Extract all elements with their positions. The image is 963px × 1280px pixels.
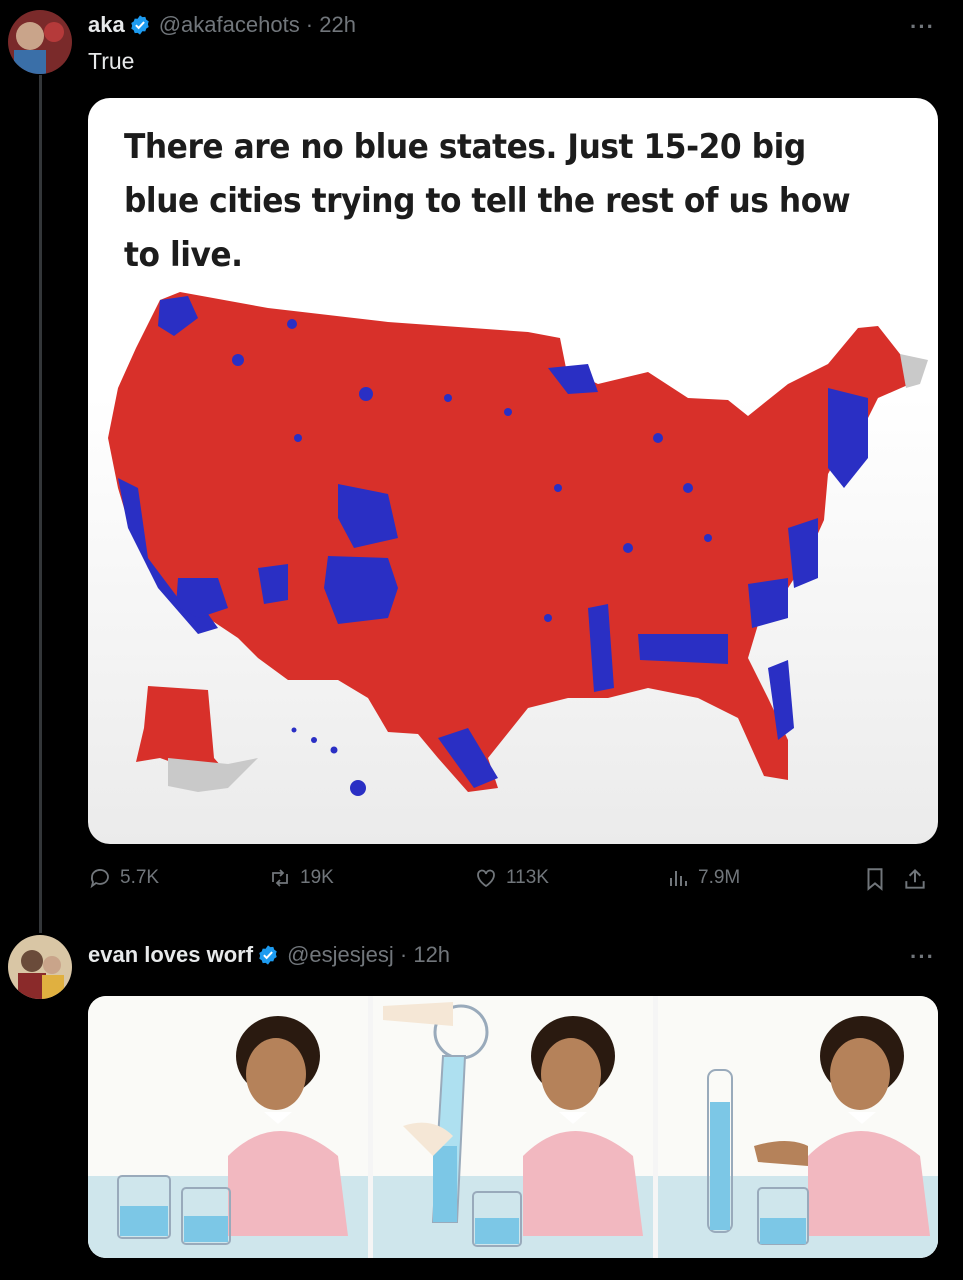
more-icon[interactable]: ··· bbox=[910, 944, 935, 970]
image-caption: There are no blue states. Just 15-20 big… bbox=[124, 127, 851, 275]
handle-and-time[interactable]: @esjesjesj · 12h bbox=[287, 942, 450, 968]
like-count: 113K bbox=[506, 867, 549, 888]
repost-button[interactable]: 19K bbox=[268, 866, 334, 890]
repost-count: 19K bbox=[300, 867, 334, 888]
views-count: 7.9M bbox=[698, 867, 741, 888]
views-icon bbox=[670, 871, 687, 886]
views-button[interactable]: 7.9M bbox=[666, 866, 740, 890]
comic-panel-1 bbox=[88, 996, 368, 1258]
post-text: True bbox=[88, 48, 135, 74]
post-header: evan loves worf @esjesjesj · 12h bbox=[88, 942, 450, 968]
reply-count: 5.7K bbox=[120, 867, 160, 888]
repost-icon bbox=[272, 869, 288, 887]
action-bar: 5.7K 19K 113K 7.9M bbox=[88, 866, 948, 900]
avatar[interactable] bbox=[8, 935, 72, 999]
avatar-image bbox=[8, 935, 72, 999]
comic-panel-illustration bbox=[658, 1016, 938, 1258]
avatar-image bbox=[8, 10, 72, 74]
post-header: aka @akafacehots · 22h bbox=[88, 12, 356, 38]
like-button[interactable]: 113K bbox=[474, 866, 549, 890]
display-name[interactable]: evan loves worf bbox=[88, 942, 253, 968]
comic-panel-2 bbox=[373, 996, 653, 1258]
reply-button[interactable]: 5.7K bbox=[88, 866, 159, 890]
share-icon[interactable] bbox=[902, 866, 928, 892]
display-name[interactable]: aka bbox=[88, 12, 125, 38]
like-icon bbox=[477, 869, 495, 888]
verified-badge-icon bbox=[259, 945, 277, 965]
us-county-map bbox=[108, 292, 928, 796]
post-image[interactable] bbox=[88, 996, 938, 1258]
comic-panel-illustration bbox=[88, 1016, 368, 1258]
verified-badge-icon bbox=[131, 15, 149, 35]
thread-line bbox=[39, 75, 42, 933]
handle-and-time[interactable]: @akafacehots · 22h bbox=[159, 12, 356, 38]
more-icon[interactable]: ··· bbox=[910, 14, 935, 40]
comic-panel-3 bbox=[658, 996, 938, 1258]
reply-icon bbox=[90, 869, 109, 889]
avatar[interactable] bbox=[8, 10, 72, 74]
post-image[interactable]: There are no blue states. Just 15-20 big… bbox=[88, 98, 938, 844]
comic-panel-illustration bbox=[373, 1002, 653, 1258]
bookmark-icon[interactable] bbox=[862, 866, 888, 892]
